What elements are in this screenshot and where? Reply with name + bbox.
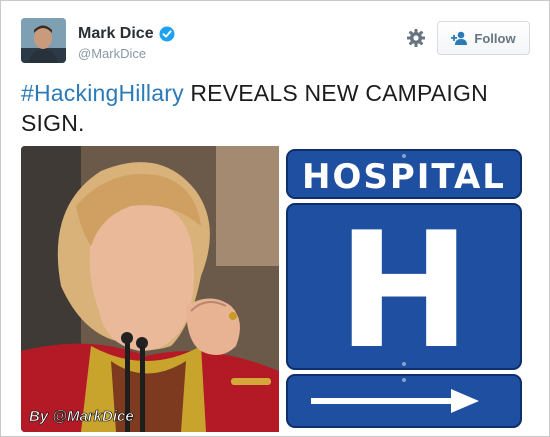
avatar[interactable] [21, 18, 66, 63]
left-photo [21, 146, 279, 432]
tweet-header: Mark Dice @MarkDice Follow [1, 1, 549, 79]
tweet-media[interactable]: By @MarkDice HOSPITAL H [21, 146, 529, 432]
follow-button[interactable]: Follow [437, 21, 530, 55]
user-handle[interactable]: @MarkDice [78, 46, 146, 61]
hospital-sign: HOSPITAL H [279, 146, 529, 432]
follow-button-label: Follow [474, 30, 516, 46]
verified-badge-icon [159, 26, 175, 42]
media-watermark: By @MarkDice [29, 408, 134, 425]
add-user-icon [451, 31, 468, 45]
display-name[interactable]: Mark Dice [78, 25, 154, 43]
tweet-text: #HackingHillary REVEALS NEW CAMPAIGN SIG… [21, 78, 521, 138]
tweet-card: Mark Dice @MarkDice Follow #HackingHilla… [0, 0, 550, 437]
gear-icon[interactable] [406, 28, 426, 48]
media-image: By @MarkDice HOSPITAL H [21, 146, 529, 432]
sign-letter: H [337, 197, 471, 384]
name-row: Mark Dice [78, 25, 175, 43]
hashtag-link[interactable]: #HackingHillary [21, 80, 184, 106]
sign-title: HOSPITAL [302, 157, 506, 197]
